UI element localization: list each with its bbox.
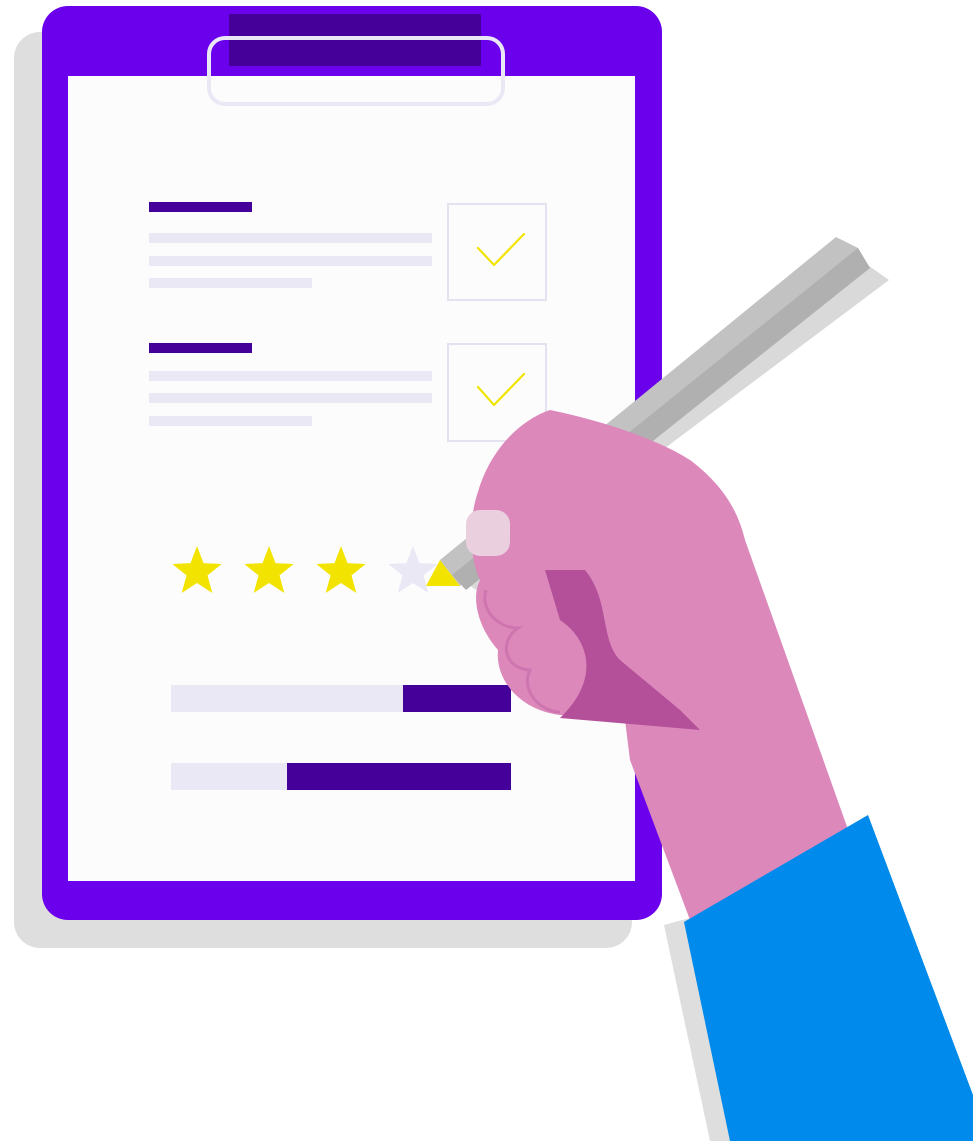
thumbnail <box>466 510 510 556</box>
item-heading-bar <box>149 343 252 353</box>
progress-bar <box>171 685 511 712</box>
item-text-line <box>149 256 432 266</box>
item-text-line <box>149 233 432 243</box>
item-text-line <box>149 393 432 403</box>
progress-fill <box>287 763 511 790</box>
item-text-line <box>149 371 432 381</box>
progress-fill <box>403 685 511 712</box>
item-text-line <box>149 278 312 288</box>
progress-bar <box>171 763 511 790</box>
illustration-canvas <box>0 0 973 1141</box>
clipboard-review-illustration <box>14 6 973 1141</box>
item-heading-bar <box>149 202 252 212</box>
item-text-line <box>149 416 312 426</box>
